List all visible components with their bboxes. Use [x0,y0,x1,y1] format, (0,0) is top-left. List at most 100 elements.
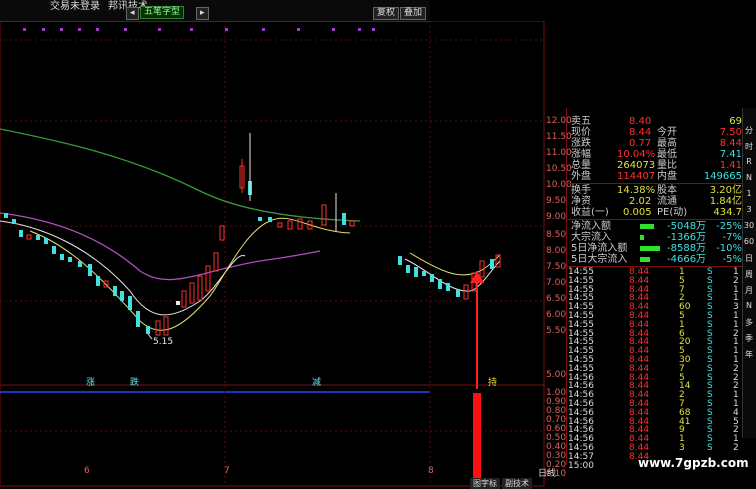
side-tab[interactable]: R [742,157,756,166]
flow-row: 大宗流入 -1366万 -7% [567,232,742,244]
side-tab[interactable]: N [742,301,756,310]
trade-login-status[interactable]: 交易未登录 [50,0,100,12]
price-tick: 7.50 [546,262,567,272]
price-tick: 5.50 [546,326,567,336]
candles-right [398,254,501,300]
volume-bar-today [473,393,481,486]
period-label[interactable]: 日线 [538,466,556,479]
side-tab[interactable]: N [742,173,756,182]
overlay-button[interactable]: 叠加 [400,7,427,20]
mark-3: 减 [312,378,322,388]
price-gridlines [0,39,544,432]
flow-label: 大宗流入 [571,232,611,243]
price-tick: 8.50 [546,230,567,240]
quote-row: 涨跌 0.77 最高 8.44 [567,138,742,150]
tick-time: 15:00 [568,460,594,471]
side-tab[interactable]: 60 [742,237,756,246]
quote-value2: 1.41 [719,160,742,171]
quote-value: 264073 [617,160,656,171]
bottom-tab-2[interactable]: 副技术 [502,478,532,489]
kline-chart[interactable] [0,21,545,487]
quote-label: 收益(一) [571,207,609,218]
side-tab[interactable]: 季 [742,333,756,344]
bottom-tab-1[interactable]: 图字标 [470,478,500,489]
flow-value: -1366万 [667,232,707,243]
low-price-pointer [147,333,153,340]
side-tab[interactable]: 多 [742,317,756,328]
flow-value: -5048万 [667,221,707,232]
side-tab[interactable]: 30 [742,221,756,230]
chart-type-selector[interactable]: 五笔字型 [140,6,185,19]
tick-count: 2 [733,443,739,453]
flow-bar [640,235,644,240]
quote-label2: 量比 [657,160,677,171]
mark-1: 涨 [86,378,96,388]
side-tab[interactable]: 时 [742,141,756,152]
side-tab[interactable]: 分 [742,125,756,136]
quote-label: 净资 [571,196,591,207]
quote-label: 总量 [571,160,591,171]
side-tab[interactable]: 3 [742,205,756,214]
quote-label: 涨幅 [571,149,591,160]
quote-value2: 7.50 [719,127,742,138]
chart-prev-button[interactable]: ◂ [126,7,139,20]
quote-value: 0.77 [629,138,652,149]
quote-value2: 3.20亿 [709,185,742,196]
flow-bar [640,224,654,229]
price-tick: 6.50 [546,294,567,304]
flow-value: -8588万 [667,243,707,254]
flow-label: 5日净流入额 [571,243,628,254]
flow-value: -4666万 [667,254,707,265]
ma-fast-line [29,217,351,331]
quote-label2: 内盘 [657,171,677,182]
side-tab[interactable]: 年 [742,349,756,360]
event-markers [23,28,375,31]
flow-pct: -10% [716,243,742,254]
quote-label: 现价 [571,127,591,138]
quote-label2: 今开 [657,127,677,138]
quote-value: 8.40 [629,116,652,127]
quote-value2: 149665 [703,171,742,182]
quote-label2: 最低 [657,149,677,160]
quote-value2: 8.44 [719,138,742,149]
price-tick: 6.00 [546,310,567,320]
chart-next-button[interactable]: ▸ [196,7,209,20]
flow-row: 5日净流入额 -8588万 -10% [567,243,742,255]
flow-bar [640,246,660,251]
quote-row: 现价 8.44 今开 7.50 [567,127,742,139]
date-label-1: 6 [84,466,90,476]
price-tick: 7.00 [546,278,567,288]
quote-row: 涨幅 10.04% 最低 7.41 [567,149,742,161]
side-tab[interactable]: 月 [742,285,756,296]
quote-divider [567,183,742,184]
quote-sell5-row: 卖五 8.40 69 [567,116,742,128]
tick-volume: 3 [679,443,685,453]
quote-value: 10.04% [617,149,656,160]
price-tick: 9.50 [546,196,567,206]
candles-left [4,133,355,336]
quote-row: 收益(一) 0.005 PE(动) 434.7 [567,207,742,219]
ma-long-line [0,128,361,222]
price-tick: 8.00 [546,246,567,256]
quote-divider [567,219,742,220]
quote-value2: 69 [729,116,742,127]
watermark: www.7gpzb.com [638,456,749,470]
quote-label: 换手 [571,185,591,196]
quote-value: 114407 [617,171,656,182]
quote-label2: PE(动) [657,207,688,218]
side-tab[interactable]: 1 [742,189,756,198]
quote-value: 8.44 [629,127,652,138]
flow-row: 净流入额 -5048万 -25% [567,221,742,233]
quote-label: 卖五 [571,116,591,127]
quote-row: 总量 264073 量比 1.41 [567,160,742,172]
side-tab[interactable]: 周 [742,269,756,280]
price-tick: 5.00 [546,370,567,380]
flow-bar [640,257,650,262]
tick-side: S [707,443,713,453]
quote-label2: 最高 [657,138,677,149]
mark-4: 持 [488,378,498,388]
restore-right-button[interactable]: 复权 [373,7,400,20]
quote-value: 14.38% [617,185,656,196]
side-tab[interactable]: 日 [742,253,756,264]
quote-label: 涨跌 [571,138,591,149]
